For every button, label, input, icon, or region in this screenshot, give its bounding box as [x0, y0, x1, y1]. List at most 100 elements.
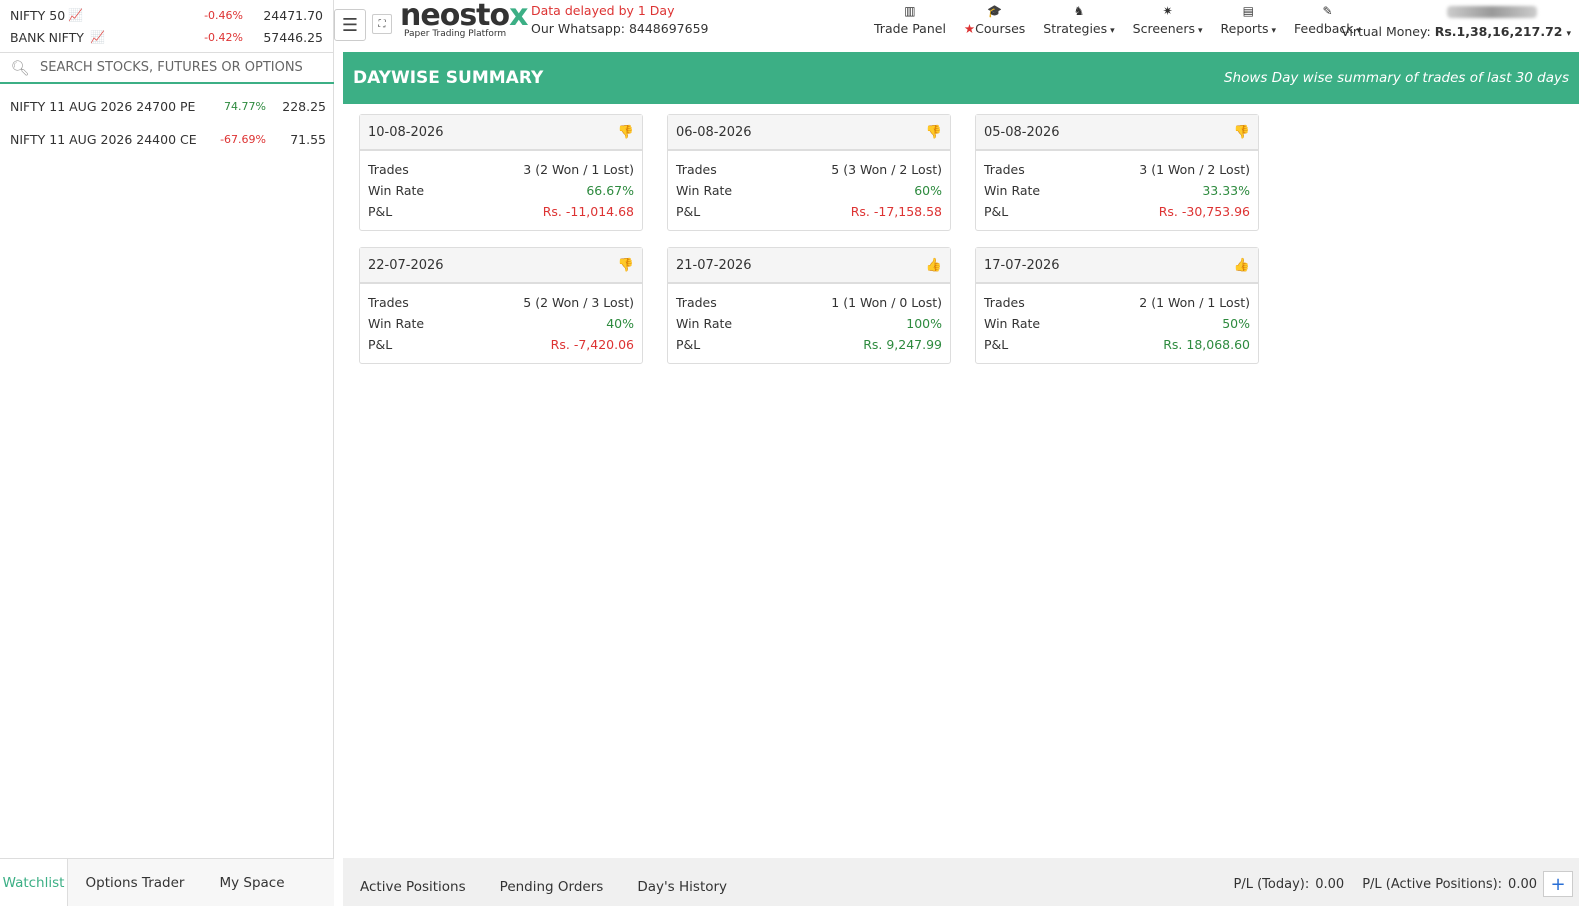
menu-icon[interactable]: ☰ — [334, 9, 366, 41]
thumbs-up-icon: 👍 — [925, 257, 942, 273]
card-row-pnl: P&L Rs. -7,420.06 — [368, 337, 634, 352]
whatsapp-info: Our Whatsapp: 8448697659 — [531, 21, 709, 36]
card-trades-value: 3 (2 Won / 1 Lost) — [523, 162, 634, 177]
watchlist: NIFTY 11 AUG 2026 24700 PE 74.77% 228.25… — [0, 90, 334, 156]
logo[interactable]: neostox Paper Trading Platform — [400, 0, 529, 39]
card-row-pnl: P&L Rs. -11,014.68 — [368, 204, 634, 219]
page-subtitle: Shows Day wise summary of trades of last… — [1223, 70, 1569, 86]
card-row-pnl: P&L Rs. 18,068.60 — [984, 337, 1250, 352]
index-row-banknifty[interactable]: BANK NIFTY 📈 -0.42% 57446.25 — [0, 26, 333, 48]
card-date: 06-08-2026 — [676, 124, 752, 140]
bottom-bar: Active Positions Pending Orders Day's Hi… — [343, 858, 1579, 906]
thumbs-down-icon: 👎 — [1233, 124, 1250, 140]
card-row-trades: Trades 3 (2 Won / 1 Lost) — [368, 162, 634, 177]
data-delay-notice: Data delayed by 1 Day — [531, 3, 675, 18]
tab-days-history[interactable]: Day's History — [620, 879, 744, 895]
watchlist-item-value: 71.55 — [290, 132, 326, 147]
day-summary-card: 17-07-2026 👍 Trades 2 (1 Won / 1 Lost) W… — [975, 247, 1259, 364]
filter-icon: ✷ — [1162, 4, 1173, 18]
thumbs-up-icon: 👍 — [1233, 257, 1250, 273]
thumbs-down-icon: 👎 — [617, 257, 634, 273]
day-summary-card: 22-07-2026 👎 Trades 5 (2 Won / 3 Lost) W… — [359, 247, 643, 364]
day-summary-card: 10-08-2026 👎 Trades 3 (2 Won / 1 Lost) W… — [359, 114, 643, 231]
search-box: 🔍︎ — [0, 52, 334, 84]
card-trades-value: 3 (1 Won / 2 Lost) — [1139, 162, 1250, 177]
card-row-win-rate: Win Rate 66.67% — [368, 183, 634, 198]
watchlist-item-change: 74.77% — [224, 100, 266, 113]
card-row-trades: Trades 3 (1 Won / 2 Lost) — [984, 162, 1250, 177]
nav-trade-panel[interactable]: ▥ Trade Panel — [874, 4, 946, 36]
card-pnl-value: Rs. 18,068.60 — [1163, 337, 1250, 352]
search-input[interactable] — [40, 60, 320, 75]
watchlist-item[interactable]: NIFTY 11 AUG 2026 24400 CE -67.69% 71.55 — [0, 123, 334, 156]
day-summary-card: 06-08-2026 👎 Trades 5 (3 Won / 2 Lost) W… — [667, 114, 951, 231]
card-row-win-rate: Win Rate 100% — [676, 316, 942, 331]
chevron-down-icon: ▾ — [1566, 29, 1571, 39]
card-pnl-value: Rs. -11,014.68 — [542, 204, 634, 219]
card-win-rate-value: 60% — [914, 183, 942, 198]
tab-watchlist[interactable]: Watchlist — [0, 859, 68, 906]
watchlist-item[interactable]: NIFTY 11 AUG 2026 24700 PE 74.77% 228.25 — [0, 90, 334, 123]
card-row-win-rate: Win Rate 60% — [676, 183, 942, 198]
card-header: 10-08-2026 👎 — [360, 115, 642, 151]
fullscreen-icon[interactable]: ⛶ — [372, 14, 392, 34]
pl-summary: P/L (Today): 0.00 P/L (Active Positions)… — [1234, 871, 1579, 897]
card-pnl-value: Rs. -7,420.06 — [550, 337, 634, 352]
nav-reports[interactable]: ▤ Reports ▾ — [1221, 4, 1276, 36]
pl-today-value: 0.00 — [1315, 876, 1345, 892]
nav-courses[interactable]: 🎓 ★Courses — [964, 4, 1025, 36]
nav-strategies[interactable]: ♞ Strategies ▾ — [1043, 4, 1114, 36]
pencil-icon: ✎ — [1322, 4, 1333, 18]
card-win-rate-value: 40% — [606, 316, 634, 331]
watchlist-item-change: -67.69% — [220, 133, 266, 146]
card-row-win-rate: Win Rate 50% — [984, 316, 1250, 331]
index-name: NIFTY 50 — [10, 7, 66, 23]
tab-options-trader[interactable]: Options Trader — [68, 859, 202, 906]
pl-today-label: P/L (Today): — [1233, 876, 1310, 892]
card-row-pnl: P&L Rs. -30,753.96 — [984, 204, 1250, 219]
card-date: 22-07-2026 — [368, 257, 444, 273]
user-name-blurred[interactable] — [1447, 6, 1537, 18]
search-icon: 🔍︎ — [10, 58, 30, 77]
card-row-win-rate: Win Rate 33.33% — [984, 183, 1250, 198]
index-change: -0.46% — [204, 8, 243, 22]
card-win-rate-value: 33.33% — [1202, 183, 1250, 198]
card-header: 17-07-2026 👍 — [976, 248, 1258, 284]
card-date: 17-07-2026 — [984, 257, 1060, 273]
star-icon: ★ — [963, 21, 976, 36]
tab-active-positions[interactable]: Active Positions — [343, 879, 483, 895]
index-list: NIFTY 50 📈 -0.46% 24471.70 BANK NIFTY 📈 … — [0, 4, 333, 48]
chart-icon[interactable]: 📈 — [68, 8, 88, 22]
card-trades-value: 5 (3 Won / 2 Lost) — [831, 162, 942, 177]
tab-pending-orders[interactable]: Pending Orders — [483, 879, 621, 895]
card-row-trades: Trades 2 (1 Won / 1 Lost) — [984, 295, 1250, 310]
card-trades-value: 5 (2 Won / 3 Lost) — [523, 295, 634, 310]
watchlist-item-name: NIFTY 11 AUG 2026 24700 PE — [10, 99, 196, 114]
top-bar: ☰ ⛶ neostox Paper Trading Platform Data … — [334, 0, 1593, 52]
document-icon: ▤ — [1242, 4, 1254, 18]
card-trades-value: 2 (1 Won / 1 Lost) — [1139, 295, 1250, 310]
card-trades-value: 1 (1 Won / 0 Lost) — [831, 295, 942, 310]
bar-chart-icon: ▥ — [904, 4, 916, 18]
thumbs-down-icon: 👎 — [925, 124, 942, 140]
card-row-trades: Trades 1 (1 Won / 0 Lost) — [676, 295, 942, 310]
add-button[interactable]: + — [1543, 871, 1573, 897]
index-row-nifty[interactable]: NIFTY 50 📈 -0.46% 24471.70 — [0, 4, 333, 26]
pl-active-label: P/L (Active Positions): — [1362, 876, 1503, 892]
chart-icon[interactable]: 📈 — [90, 30, 110, 44]
card-row-pnl: P&L Rs. -17,158.58 — [676, 204, 942, 219]
card-row-trades: Trades 5 (3 Won / 2 Lost) — [676, 162, 942, 177]
virtual-money[interactable]: Virtual Money: Rs.1,38,16,217.72 ▾ — [1341, 24, 1571, 39]
card-win-rate-value: 100% — [906, 316, 942, 331]
page-title: DAYWISE SUMMARY — [353, 68, 544, 88]
nav-screeners[interactable]: ✷ Screeners ▾ — [1133, 4, 1203, 36]
card-row-win-rate: Win Rate 40% — [368, 316, 634, 331]
card-row-pnl: P&L Rs. 9,247.99 — [676, 337, 942, 352]
chevron-down-icon: ▾ — [1271, 26, 1277, 36]
tab-my-space[interactable]: My Space — [202, 859, 302, 906]
card-date: 10-08-2026 — [368, 124, 444, 140]
chevron-down-icon: ▾ — [1110, 26, 1115, 36]
day-summary-card: 21-07-2026 👍 Trades 1 (1 Won / 0 Lost) W… — [667, 247, 951, 364]
summary-banner: DAYWISE SUMMARY Shows Day wise summary o… — [343, 52, 1579, 104]
card-date: 21-07-2026 — [676, 257, 752, 273]
